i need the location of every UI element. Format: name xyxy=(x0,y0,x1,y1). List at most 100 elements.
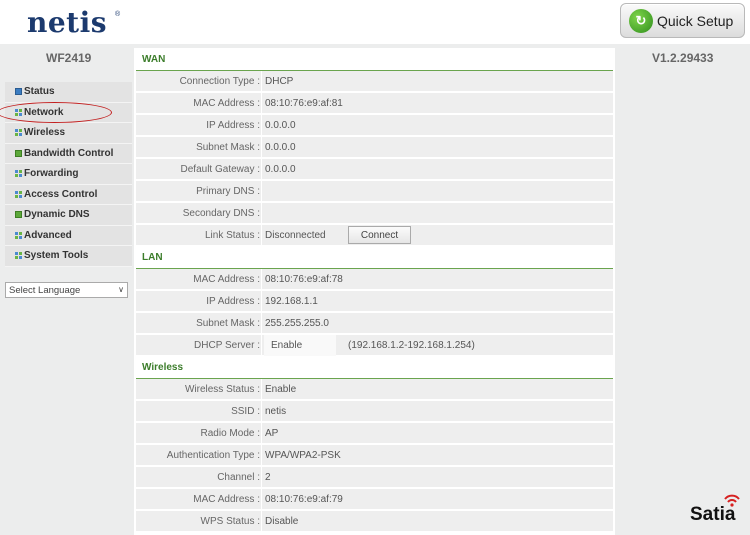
sidebar-menu: Status Network Wireless Bandwidth Contro… xyxy=(5,82,132,267)
row-value: 0.0.0.0 xyxy=(265,164,296,175)
row-value: 0.0.0.0 xyxy=(265,142,296,153)
wan-section-title: WAN xyxy=(142,54,166,65)
row-label: Radio Mode : xyxy=(200,428,260,439)
green-square-icon xyxy=(15,149,22,157)
table-row: Channel : 2 xyxy=(136,467,613,488)
registered-mark: ® xyxy=(115,11,121,18)
row-label: Primary DNS : xyxy=(196,186,260,197)
row-value: Disconnected xyxy=(265,230,326,241)
green-square-icon xyxy=(15,211,22,219)
row-value: Disable xyxy=(265,516,299,527)
sidebar-item-label: Advanced xyxy=(24,229,72,241)
row-label: Subnet Mask : xyxy=(196,318,260,329)
refresh-icon: ↻ xyxy=(629,8,653,33)
table-row: Link Status : Disconnected Connect xyxy=(136,225,613,246)
table-row: IP Address : 192.168.1.1 xyxy=(136,291,613,312)
sidebar-item-label: Wireless xyxy=(24,127,66,139)
table-row: Subnet Mask : 0.0.0.0 xyxy=(136,137,613,158)
row-value: Enable xyxy=(265,384,297,395)
language-select-value: Select Language xyxy=(9,284,81,296)
sidebar-item-bandwidth-control[interactable]: Bandwidth Control xyxy=(5,143,132,164)
square-icon xyxy=(15,88,22,96)
status-panel: WAN Connection Type : DHCP MAC Address : 0… xyxy=(134,48,615,535)
row-value: 2 xyxy=(265,472,271,483)
row-label: Channel : xyxy=(217,472,260,483)
row-value: 255.255.255.0 xyxy=(265,318,329,329)
sidebar-item-forwarding[interactable]: Forwarding xyxy=(5,164,132,185)
row-label: Wireless Status : xyxy=(184,384,260,395)
row-label: Connection Type : xyxy=(179,76,260,87)
row-value: netis xyxy=(265,406,287,417)
sidebar-item-label: Network xyxy=(24,106,64,118)
sidebar-item-label: Access Control xyxy=(24,188,98,200)
row-label: MAC Address : xyxy=(193,98,260,109)
sidebar-item-label: Status xyxy=(24,86,55,98)
grid-icon xyxy=(15,190,22,198)
table-row: DHCP Server : Enable (192.168.1.2-192.16… xyxy=(136,335,613,356)
row-label: Default Gateway : xyxy=(180,164,260,175)
row-label: Secondary DNS : xyxy=(182,208,260,219)
table-row: Secondary DNS : xyxy=(136,203,613,224)
sidebar-item-wireless[interactable]: Wireless xyxy=(5,123,132,144)
quick-setup-label: Quick Setup xyxy=(657,12,734,29)
row-label: WPS Status : xyxy=(200,516,260,527)
row-value: 08:10:76:e9:af:78 xyxy=(265,274,343,285)
netis-logo: netis xyxy=(27,6,108,39)
table-row: Authentication Type : WPA/WPA2-PSK xyxy=(136,445,613,466)
row-label: IP Address : xyxy=(206,296,260,307)
model-name: WF2419 xyxy=(46,51,92,65)
sidebar-item-label: System Tools xyxy=(24,250,89,262)
grid-icon xyxy=(15,231,22,239)
sidebar-item-network[interactable]: Network xyxy=(5,102,132,123)
dhcp-range: (192.168.1.2-192.168.1.254) xyxy=(348,340,475,351)
row-label: Link Status : xyxy=(204,230,260,241)
row-value: 08:10:76:e9:af:79 xyxy=(265,494,343,505)
row-label: Subnet Mask : xyxy=(196,142,260,153)
table-row: MAC Address : 08:10:76:e9:af:79 xyxy=(136,489,613,510)
chevron-down-icon: ∨ xyxy=(118,285,124,294)
table-row: MAC Address : 08:10:76:e9:af:81 xyxy=(136,93,613,114)
row-value: AP xyxy=(265,428,279,439)
dhcp-server-status: Enable xyxy=(264,335,336,356)
grid-icon xyxy=(15,108,22,116)
row-value: WPA/WPA2-PSK xyxy=(265,450,341,461)
table-row: MAC Address : 08:10:76:e9:af:78 xyxy=(136,269,613,290)
table-row: IP Address : 0.0.0.0 xyxy=(136,115,613,136)
row-label: Authentication Type : xyxy=(166,450,260,461)
table-row: SSID : netis xyxy=(136,401,613,422)
row-label: DHCP Server : xyxy=(194,340,260,351)
sidebar-item-system-tools[interactable]: System Tools xyxy=(5,246,132,267)
sidebar-item-advanced[interactable]: Advanced xyxy=(5,225,132,246)
row-value: 08:10:76:e9:af:81 xyxy=(265,98,343,109)
sidebar-item-label: Bandwidth Control xyxy=(24,147,114,159)
row-value: DHCP xyxy=(265,76,294,87)
grid-icon xyxy=(15,129,22,137)
table-row: Primary DNS : xyxy=(136,181,613,202)
sidebar-item-access-control[interactable]: Access Control xyxy=(5,184,132,205)
connect-button[interactable]: Connect xyxy=(348,226,411,244)
row-label: IP Address : xyxy=(206,120,260,131)
firmware-version: V1.2.29433 xyxy=(652,51,714,65)
quick-setup-button[interactable]: ↻ Quick Setup xyxy=(620,3,745,38)
grid-icon xyxy=(15,252,22,260)
sidebar-item-dynamic-dns[interactable]: Dynamic DNS xyxy=(5,205,132,226)
watermark: Satia xyxy=(690,504,736,525)
row-value: 0.0.0.0 xyxy=(265,120,296,131)
row-label: SSID : xyxy=(231,406,260,417)
row-label: MAC Address : xyxy=(193,494,260,505)
row-value: 192.168.1.1 xyxy=(265,296,318,307)
table-row: Wireless Status : Enable xyxy=(136,379,613,400)
table-row: Connection Type : DHCP xyxy=(136,71,613,92)
grid-icon xyxy=(15,170,22,178)
sidebar-item-label: Forwarding xyxy=(24,168,79,180)
language-select[interactable]: Select Language ∨ xyxy=(5,282,128,298)
sidebar-item-status[interactable]: Status xyxy=(5,82,132,103)
lan-section-title: LAN xyxy=(142,252,163,263)
table-row: WPS Status : Disable xyxy=(136,511,613,532)
table-row: Subnet Mask : 255.255.255.0 xyxy=(136,313,613,334)
table-row: Default Gateway : 0.0.0.0 xyxy=(136,159,613,180)
sidebar-item-label: Dynamic DNS xyxy=(24,209,90,221)
wireless-section-title: Wireless xyxy=(142,362,184,373)
row-label: MAC Address : xyxy=(193,274,260,285)
table-row: Radio Mode : AP xyxy=(136,423,613,444)
